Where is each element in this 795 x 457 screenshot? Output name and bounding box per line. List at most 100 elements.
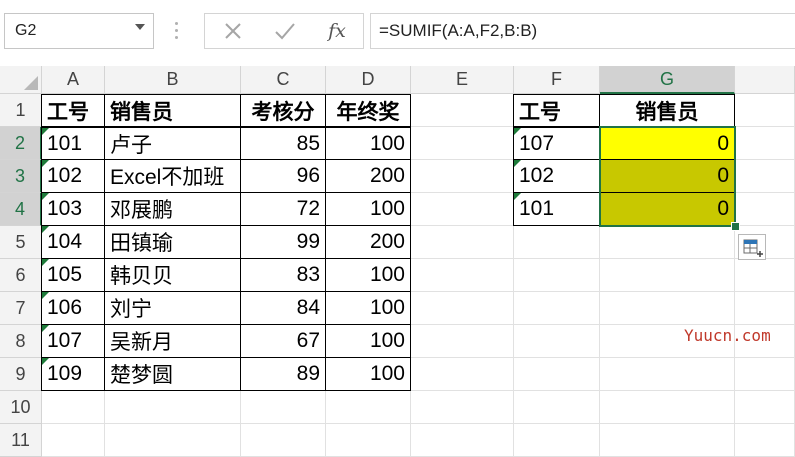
employee-id-cell[interactable]: 102 — [41, 160, 105, 193]
row-header-2[interactable]: 2 — [0, 127, 42, 160]
grid-cell[interactable] — [241, 424, 326, 457]
bonus-cell[interactable]: 100 — [326, 358, 411, 391]
chevron-down-icon[interactable] — [135, 24, 145, 30]
grid-cell[interactable] — [735, 292, 795, 325]
grid-cell[interactable] — [411, 259, 514, 292]
employee-id-cell[interactable]: 106 — [41, 292, 105, 325]
grid-cell[interactable] — [411, 193, 514, 226]
score-cell[interactable]: 85 — [241, 127, 326, 160]
grid-cell[interactable] — [411, 391, 514, 424]
grid-cell[interactable] — [42, 424, 105, 457]
grid-cell[interactable] — [735, 424, 795, 457]
grid-cell[interactable] — [514, 424, 600, 457]
header-cell[interactable]: 工号 — [41, 94, 105, 127]
column-header-c[interactable]: C — [241, 66, 326, 94]
grid-cell[interactable] — [735, 259, 795, 292]
employee-id-cell[interactable]: 104 — [41, 226, 105, 259]
lookup-header-cell[interactable]: 销售员 — [600, 94, 735, 127]
grid-cell[interactable] — [411, 94, 514, 127]
score-cell[interactable]: 67 — [241, 325, 326, 358]
grid-cell[interactable] — [105, 424, 241, 457]
column-header-a[interactable]: A — [42, 66, 105, 94]
grip-icon[interactable] — [175, 22, 179, 40]
bonus-cell[interactable]: 100 — [326, 127, 411, 160]
lookup-result-cell[interactable]: 0 — [600, 193, 735, 226]
bonus-cell[interactable]: 100 — [326, 193, 411, 226]
grid-cell[interactable] — [514, 259, 600, 292]
salesperson-cell[interactable]: 楚梦圆 — [105, 358, 241, 391]
employee-id-cell[interactable]: 109 — [41, 358, 105, 391]
score-cell[interactable]: 99 — [241, 226, 326, 259]
column-header-h[interactable] — [735, 66, 795, 94]
bonus-cell[interactable]: 100 — [326, 259, 411, 292]
bonus-cell[interactable]: 200 — [326, 226, 411, 259]
grid-cell[interactable] — [326, 424, 411, 457]
grid-cell[interactable] — [735, 160, 795, 193]
grid-cell[interactable] — [735, 358, 795, 391]
row-header-3[interactable]: 3 — [0, 160, 42, 193]
enter-button[interactable] — [259, 14, 311, 48]
employee-id-cell[interactable]: 101 — [41, 127, 105, 160]
grid-cell[interactable] — [411, 226, 514, 259]
grid-cell[interactable] — [514, 358, 600, 391]
grid-cell[interactable] — [735, 193, 795, 226]
score-cell[interactable]: 89 — [241, 358, 326, 391]
grid-cell[interactable] — [514, 292, 600, 325]
salesperson-cell[interactable]: 韩贝贝 — [105, 259, 241, 292]
column-header-d[interactable]: D — [326, 66, 411, 94]
salesperson-cell[interactable]: 田镇瑜 — [105, 226, 241, 259]
lookup-result-cell[interactable]: 0 — [600, 160, 735, 193]
grid-cell[interactable] — [600, 358, 735, 391]
salesperson-cell[interactable]: Excel不加班 — [105, 160, 241, 193]
header-cell[interactable]: 考核分 — [241, 94, 326, 127]
grid-cell[interactable] — [514, 226, 600, 259]
grid-cell[interactable] — [514, 391, 600, 424]
select-all-button[interactable] — [0, 66, 42, 94]
grid-cell[interactable] — [600, 259, 735, 292]
bonus-cell[interactable]: 200 — [326, 160, 411, 193]
grid-cell[interactable] — [411, 325, 514, 358]
grid-cell[interactable] — [600, 226, 735, 259]
grid-cell[interactable] — [411, 127, 514, 160]
lookup-id-cell[interactable]: 102 — [513, 160, 600, 193]
lookup-id-cell[interactable]: 101 — [513, 193, 600, 226]
grid-cell[interactable] — [600, 292, 735, 325]
employee-id-cell[interactable]: 103 — [41, 193, 105, 226]
grid-cell[interactable] — [600, 391, 735, 424]
score-cell[interactable]: 83 — [241, 259, 326, 292]
salesperson-cell[interactable]: 刘宁 — [105, 292, 241, 325]
row-header-11[interactable]: 11 — [0, 424, 42, 457]
lookup-header-cell[interactable]: 工号 — [513, 94, 600, 127]
grid-cell[interactable] — [735, 127, 795, 160]
employee-id-cell[interactable]: 105 — [41, 259, 105, 292]
row-header-9[interactable]: 9 — [0, 358, 42, 391]
row-header-1[interactable]: 1 — [0, 94, 42, 127]
row-header-5[interactable]: 5 — [0, 226, 42, 259]
bonus-cell[interactable]: 100 — [326, 292, 411, 325]
score-cell[interactable]: 72 — [241, 193, 326, 226]
name-box[interactable]: G2 — [4, 13, 154, 49]
score-cell[interactable]: 96 — [241, 160, 326, 193]
cancel-button[interactable] — [207, 14, 259, 48]
lookup-id-cell[interactable]: 107 — [513, 127, 600, 160]
row-header-4[interactable]: 4 — [0, 193, 42, 226]
column-header-f[interactable]: F — [514, 66, 600, 94]
salesperson-cell[interactable]: 卢子 — [105, 127, 241, 160]
grid-cell[interactable] — [735, 94, 795, 127]
grid-cell[interactable] — [411, 292, 514, 325]
grid-cell[interactable] — [735, 391, 795, 424]
row-header-7[interactable]: 7 — [0, 292, 42, 325]
row-header-8[interactable]: 8 — [0, 325, 42, 358]
grid-cell[interactable] — [411, 160, 514, 193]
grid-cell[interactable] — [514, 325, 600, 358]
row-header-10[interactable]: 10 — [0, 391, 42, 424]
score-cell[interactable]: 84 — [241, 292, 326, 325]
salesperson-cell[interactable]: 吴新月 — [105, 325, 241, 358]
grid-cell[interactable] — [411, 358, 514, 391]
fill-handle[interactable] — [731, 222, 740, 231]
grid-cell[interactable] — [411, 424, 514, 457]
quick-analysis-button[interactable] — [738, 234, 766, 260]
row-header-6[interactable]: 6 — [0, 259, 42, 292]
header-cell[interactable]: 销售员 — [105, 94, 241, 127]
grid-cell[interactable] — [600, 424, 735, 457]
